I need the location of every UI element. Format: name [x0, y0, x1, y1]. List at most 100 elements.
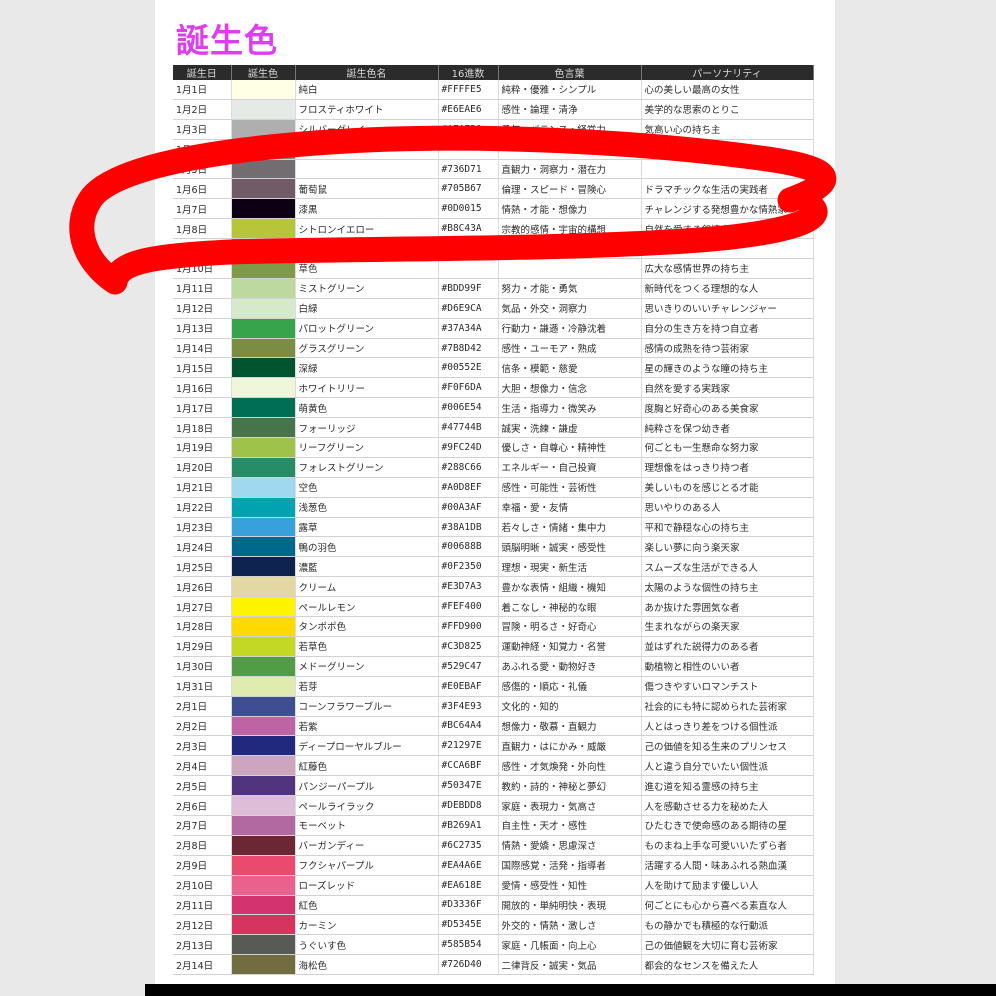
table-row: 2月8日 バーガンディー #6C2735 情熱・愛嬌・思慮深さ ものまね上手な可愛いいた…	[173, 835, 814, 856]
hex-cell: #AFAFB0	[438, 119, 499, 140]
personality-cell: 傷つきやすいロマンチスト	[641, 676, 814, 697]
color-name-cell: フォレストグリーン	[295, 457, 439, 478]
personality-cell	[641, 238, 814, 260]
personality-cell: 何ごとも一生懸命な努力家	[641, 437, 814, 458]
hex-cell: #3F4E93	[438, 696, 499, 717]
date-cell: 2月14日	[173, 954, 232, 976]
date-cell: 1月30日	[173, 656, 232, 677]
hex-cell: #FEF400	[438, 596, 499, 618]
color-words-cell: 感性・論理・清浄	[498, 99, 642, 120]
color-words-cell: エネルギー・自己投資	[498, 457, 642, 478]
hex-cell	[438, 258, 499, 279]
color-words-cell: 直観力・はにかみ・威厳	[498, 735, 642, 757]
color-swatch	[231, 497, 294, 517]
date-cell: 1月8日	[173, 218, 232, 240]
swatch-cell	[231, 656, 296, 677]
hex-cell: #D6E9CA	[438, 298, 499, 319]
color-name-cell	[295, 159, 439, 180]
hex-cell: #EA618E	[438, 875, 499, 896]
color-name-cell: ローズレッド	[295, 875, 439, 896]
color-words-cell: 冒険・明るさ・好奇心	[498, 616, 642, 637]
date-cell: 2月2日	[173, 716, 232, 737]
table-row: 1月15日 深緑 #00552E 信条・模範・慈愛 星の輝きのような瞳の持ち主	[173, 357, 814, 379]
table-row: 2月9日 フクシャパープル #EA4A6E 国際感覚・活発・指導者 活躍する人間・味あふ…	[173, 855, 814, 876]
color-swatch	[231, 378, 294, 397]
table-row: 1月10日 草色 広大な感情世界の持ち主	[173, 258, 814, 279]
date-cell: 2月7日	[173, 815, 232, 836]
color-words-cell: 若々しさ・情緒・集中力	[498, 517, 642, 538]
table-row: 1月19日 リーフグリーン #9FC24D 優しさ・自尊心・精神性 何ごとも一生懸命な努…	[173, 437, 814, 458]
hex-cell: #00552E	[438, 357, 499, 379]
color-words-cell: 想像力・敬慕・直観力	[498, 716, 642, 737]
personality-cell: 心の美しい最高の女性	[641, 80, 814, 100]
personality-cell: 人を助けて励ます優しい人	[641, 875, 814, 896]
date-cell: 1月12日	[173, 298, 232, 319]
color-swatch	[231, 278, 294, 298]
color-name-cell: ペールレモン	[295, 596, 439, 618]
color-swatch	[231, 776, 294, 795]
table-row: 2月3日 ディープローヤルブルー #21297E 直観力・はにかみ・威厳 己の価値を知る…	[173, 735, 814, 757]
color-words-cell: 純粋・優雅・シンプル	[498, 80, 642, 100]
date-cell: 2月6日	[173, 795, 232, 816]
hex-cell: #D3336F	[438, 895, 499, 916]
hex-cell: #E6EAE6	[438, 99, 499, 120]
hex-cell: #585B54	[438, 934, 499, 956]
color-swatch	[231, 457, 294, 477]
hex-cell: #D5345E	[438, 914, 499, 936]
date-cell: 1月31日	[173, 676, 232, 697]
personality-cell: 純粋さを保つ幼き者	[641, 417, 814, 439]
swatch-cell	[231, 298, 296, 319]
color-words-cell: 外交的・情熱・激しさ	[498, 914, 642, 936]
color-words-cell: 着こなし・神秘的な眼	[498, 596, 642, 618]
color-words-cell: 感性・才気煥発・外向性	[498, 755, 642, 777]
table-row: 1月28日 タンポポ色 #FFD900 冒険・明るさ・好奇心 生まれながらの楽天家	[173, 616, 814, 637]
hex-cell: #BDD99F	[438, 278, 499, 299]
color-name-cell: バーガンディー	[295, 835, 439, 856]
color-swatch	[231, 139, 294, 159]
color-words-cell: 二律背反・誠実・気品	[498, 954, 642, 976]
color-swatch	[231, 438, 294, 457]
personality-cell: 思いやりのある人	[641, 497, 814, 518]
color-name-cell: 草色	[295, 258, 439, 279]
personality-cell: 平和で静穏な心の持ち主	[641, 517, 814, 538]
personality-cell: 生まれながらの楽天家	[641, 616, 814, 637]
color-swatch	[231, 418, 294, 437]
color-words-cell	[498, 238, 642, 260]
swatch-cell	[231, 895, 296, 916]
date-cell: 1月19日	[173, 437, 232, 458]
hex-cell: #529C47	[438, 656, 499, 677]
color-swatch	[231, 756, 294, 775]
color-words-cell: 行動力・謙遜・冷静沈着	[498, 318, 642, 339]
color-name-cell: 萌黄色	[295, 397, 439, 419]
swatch-cell	[231, 80, 296, 100]
date-cell: 2月3日	[173, 735, 232, 757]
color-name-cell: モーベット	[295, 815, 439, 836]
table-row: 1月27日 ペールレモン #FEF400 着こなし・神秘的な眼 あか抜けた雰囲気な者	[173, 596, 814, 618]
color-swatch	[231, 895, 294, 914]
color-name-cell	[295, 139, 439, 160]
date-cell: 2月12日	[173, 914, 232, 936]
color-words-cell: 頭脳明晰・誠実・感受性	[498, 536, 642, 558]
color-name-cell: コーンフラワーブルー	[295, 696, 439, 717]
date-cell: 1月27日	[173, 596, 232, 618]
swatch-cell	[231, 735, 296, 757]
color-name-cell: カーミン	[295, 914, 439, 936]
table-row: 1月30日 メドーグリーン #529C47 あふれる愛・動物好き 動植物と相性のいい者	[173, 656, 814, 677]
date-cell: 1月25日	[173, 556, 232, 578]
table-row: 2月2日 若紫 #BC64A4 想像力・敬慕・直観力 人とはっきり差をつける個性派	[173, 716, 814, 737]
personality-cell: 進む道を知る霊感の持ち主	[641, 775, 814, 797]
color-swatch	[231, 199, 294, 218]
date-cell: 1月18日	[173, 417, 232, 439]
color-swatch	[231, 855, 294, 875]
page-title: 誕生色	[176, 21, 278, 60]
color-words-cell: 信条・模範・慈愛	[498, 357, 642, 379]
color-swatch	[231, 298, 294, 318]
hex-cell: #E0EBAF	[438, 676, 499, 697]
hex-cell: #A0D8EF	[438, 477, 499, 498]
date-cell: 1月17日	[173, 397, 232, 419]
table-row: 2月12日 カーミン #D5345E 外交的・情熱・激しさ もの静かでも積極的な行動派	[173, 914, 814, 936]
birth-color-table: 誕生日 誕生色 誕生色名 16進数 色言葉 パーソナリティ 1月1日 純白 #FFF…	[173, 65, 814, 976]
color-name-cell: ディープローヤルブルー	[295, 735, 439, 757]
hex-cell: #00A3AF	[438, 497, 499, 518]
table-row: 2月5日 パンジーパープル #50347E 教約・詩的・神秘と夢幻 進む道を知る霊感の持…	[173, 775, 814, 797]
